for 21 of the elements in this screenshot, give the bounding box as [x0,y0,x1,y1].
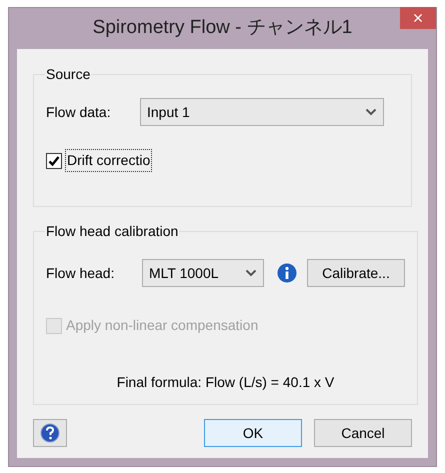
chevron-down-icon [365,108,377,116]
calibrate-button[interactable]: Calibrate... [307,259,405,287]
window-title: Spirometry Flow - チャンネル1 [92,16,352,40]
dialog-button[interactable]: OK [204,419,302,447]
dialog-button[interactable]: Cancel [314,419,412,447]
formula-text: Final formula: Flow (L/s) = 40.1 x V [116,373,336,392]
field-label: Flow data: [46,102,112,122]
close-button[interactable]: × [400,7,436,29]
help-button[interactable] [33,419,67,447]
checkbox-label: Apply non-linear compensation [66,316,258,335]
checkbox-label: Drift correctio [66,150,152,171]
group-label: Source [45,65,92,84]
dropdown-field[interactable]: MLT 1000L [142,259,264,287]
help-icon [40,423,60,443]
group-label: Flow head calibration [45,222,180,241]
chevron-down-icon [245,269,257,277]
check-icon [48,154,60,166]
field-label: Flow head: [46,264,116,282]
info-icon[interactable] [277,263,297,283]
checkbox[interactable] [46,152,62,168]
dropdown-field[interactable]: Input 1 [140,98,384,126]
